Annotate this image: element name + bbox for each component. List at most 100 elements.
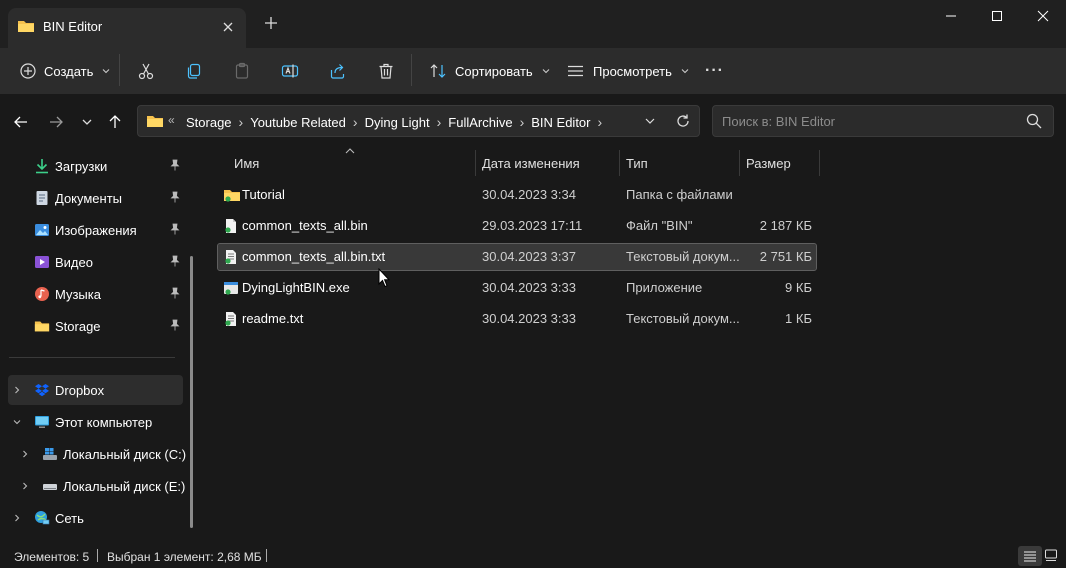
address-bar[interactable]: « Storage › Youtube Related › Dying Light › Fu… [137,105,700,137]
sidebar-item-label: Локальный диск (C:) [63,447,187,462]
pictures-icon [34,222,50,238]
sidebar-item-pictures[interactable]: Изображения [8,215,183,245]
cut-button[interactable] [137,56,155,86]
drive-icon [42,478,58,494]
sidebar-item-storage[interactable]: Storage [8,311,183,341]
address-history-dropdown[interactable] [644,115,656,127]
plus-circle-icon [20,63,36,79]
view-button[interactable]: Просмотреть [567,56,690,86]
plus-icon[interactable] [262,14,280,32]
delete-button[interactable] [377,56,395,86]
sort-icon [429,62,447,80]
search-box[interactable]: Поиск в: BIN Editor [712,105,1054,137]
sidebar-item-music[interactable]: Музыка [8,279,183,309]
recent-locations-button[interactable] [77,112,97,132]
file-date: 30.04.2023 3:37 [482,249,576,264]
details-view-icon[interactable] [1018,546,1042,566]
sidebar-item-label: Локальный диск (E:) [63,479,186,494]
refresh-icon[interactable] [675,113,691,129]
overflow-crumbs-icon[interactable]: « [168,113,175,127]
column-divider[interactable] [619,150,620,176]
minimize-icon[interactable] [928,0,974,32]
search-input[interactable]: Поиск в: BIN Editor [722,114,835,129]
file-size: 2 187 КБ [759,218,812,233]
sidebar-item-label: Сеть [55,511,84,526]
column-header-size[interactable]: Размер [746,156,791,182]
column-header-date[interactable]: Дата изменения [482,156,580,182]
sidebar-item-dropbox[interactable]: Dropbox [8,375,183,405]
breadcrumb-separator-icon[interactable]: › [520,114,525,130]
rename-icon [281,62,299,80]
more-options-button[interactable]: ··· [705,56,724,86]
network-icon [34,510,50,526]
sidebar-item-documents[interactable]: Документы [8,183,183,213]
search-icon[interactable] [1026,113,1042,129]
breadcrumb-separator-icon[interactable]: › [598,114,603,130]
chevron-right-icon[interactable] [12,385,22,395]
chevron-right-icon[interactable] [20,481,30,491]
paste-button[interactable] [233,56,251,86]
close-window-icon[interactable] [1020,0,1066,32]
copy-button[interactable] [185,56,203,86]
exe-icon [223,280,239,296]
maximize-icon[interactable] [974,0,1020,32]
column-header-name[interactable]: Имя [234,156,259,182]
breadcrumb-item[interactable]: FullArchive [448,115,512,130]
sidebar-item-label: Видео [55,255,93,270]
column-divider[interactable] [739,150,740,176]
breadcrumb-item[interactable]: Dying Light [365,115,430,130]
up-button[interactable] [105,112,125,132]
sort-label: Сортировать [455,63,533,79]
file-row-dyinglightbin-exe[interactable]: DyingLightBIN.exe 30.04.2023 3:33 Прилож… [218,275,816,301]
sidebar-item-label: Изображения [55,223,137,238]
breadcrumb-item[interactable]: Storage [186,115,232,130]
view-list-icon [567,62,585,80]
back-button[interactable] [11,112,31,132]
text-file-icon [223,311,239,327]
column-divider[interactable] [819,150,820,176]
file-size: 1 КБ [785,311,812,326]
chevron-right-icon[interactable] [20,449,30,459]
breadcrumb-item[interactable]: BIN Editor [531,115,590,130]
sidebar-item-network[interactable]: Сеть [8,503,183,533]
chevron-right-icon[interactable] [12,513,22,523]
sidebar-item-label: Storage [55,319,101,334]
download-icon [34,158,50,174]
sidebar-item-downloads[interactable]: Загрузки [8,151,183,181]
file-date: 30.04.2023 3:33 [482,280,576,295]
forward-button[interactable] [46,112,66,132]
sidebar-scrollbar[interactable] [190,256,193,528]
sidebar-item-drive-c[interactable]: Локальный диск (C:) [8,439,187,469]
sidebar-item-videos[interactable]: Видео [8,247,183,277]
file-row-readme-txt[interactable]: readme.txt 30.04.2023 3:33 Текстовый док… [218,306,816,332]
tiles-view-icon[interactable] [1044,548,1058,562]
file-type: Приложение [626,280,703,295]
sidebar-item-drive-e[interactable]: Локальный диск (E:) [8,471,186,501]
close-icon[interactable] [220,19,236,35]
chevron-down-icon [541,66,551,76]
breadcrumb-separator-icon[interactable]: › [437,114,442,130]
file-row-common-texts-bin[interactable]: common_texts_all.bin 29.03.2023 17:11 Фа… [218,213,816,239]
more-icon: ··· [705,62,724,79]
column-header-type[interactable]: Тип [626,156,648,182]
breadcrumb-separator-icon[interactable]: › [239,114,244,130]
create-button[interactable]: Создать [20,56,111,86]
tab-bin-editor[interactable]: BIN Editor [8,8,246,48]
rename-button[interactable] [281,56,299,86]
sidebar-divider [9,357,175,358]
chevron-down-icon[interactable] [12,417,22,427]
breadcrumb-separator-icon[interactable]: › [353,114,358,130]
arrow-left-icon [13,114,29,130]
file-name: common_texts_all.bin.txt [242,249,386,264]
status-divider [266,549,267,562]
breadcrumb-item[interactable]: Youtube Related [250,115,346,130]
pin-icon [169,191,181,203]
file-date: 30.04.2023 3:34 [482,187,576,202]
share-button[interactable] [329,56,347,86]
sort-button[interactable]: Сортировать [429,56,551,86]
file-type: Текстовый докум... [626,311,740,326]
file-row-tutorial[interactable]: Tutorial 30.04.2023 3:34 Папка с файлами [218,182,816,208]
column-divider[interactable] [475,150,476,176]
file-row-common-texts-txt[interactable]: common_texts_all.bin.txt 30.04.2023 3:37… [217,243,817,271]
sidebar-item-this-pc[interactable]: Этот компьютер [8,407,183,437]
